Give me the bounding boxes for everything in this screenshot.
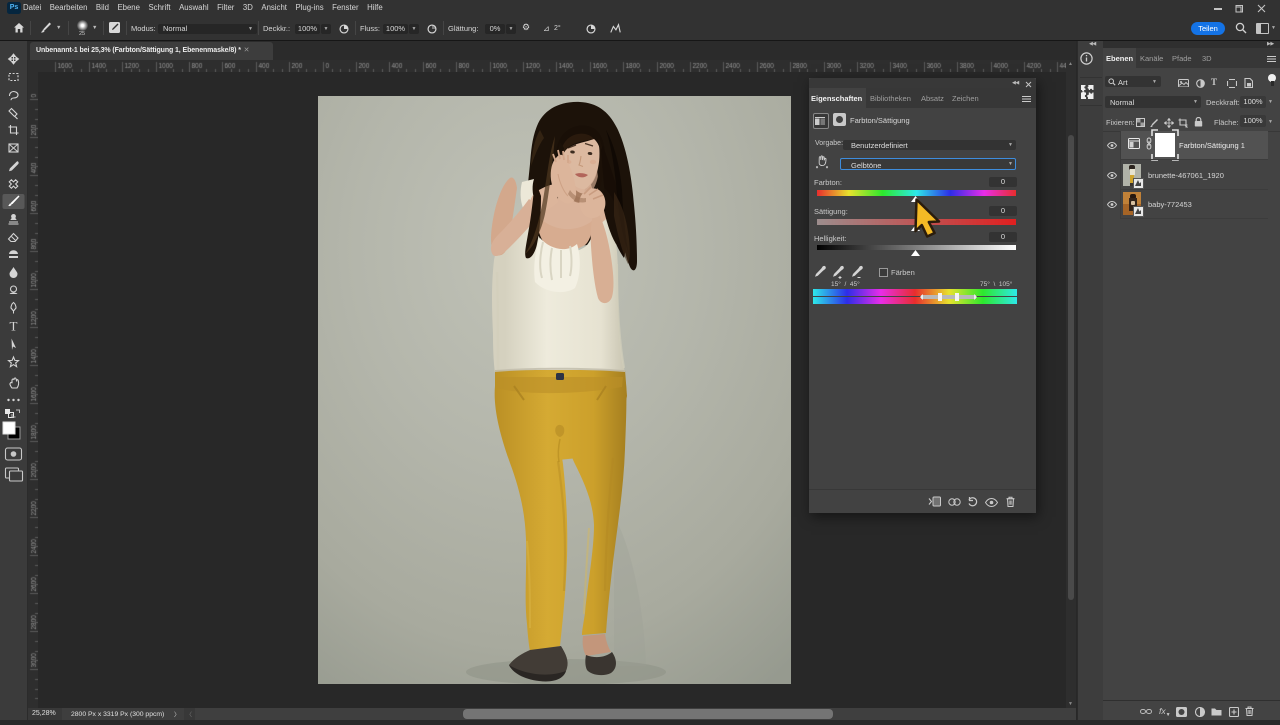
svg-text:T: T xyxy=(10,319,18,334)
